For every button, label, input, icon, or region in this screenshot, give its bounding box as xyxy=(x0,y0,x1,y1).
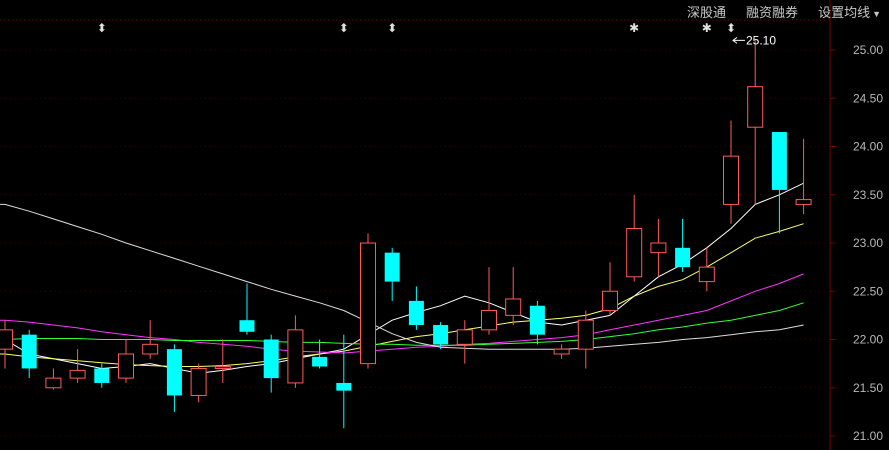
ma-settings-label: 设置均线 xyxy=(818,5,871,20)
price-tick-label: 21.00 xyxy=(853,429,883,443)
candle-body-down xyxy=(529,305,545,335)
candle-body-up xyxy=(577,319,594,350)
price-tick-label: 22.00 xyxy=(853,333,883,347)
candle-body-up xyxy=(45,377,62,389)
chevron-down-icon: ▼ xyxy=(872,8,881,19)
ma-settings-dropdown[interactable]: 设置均线 ▼ xyxy=(818,2,881,20)
candle-body-down xyxy=(239,320,255,332)
candle-body-up xyxy=(118,353,134,379)
price-tick-label: 24.50 xyxy=(853,91,883,105)
candle-body-down xyxy=(263,339,279,379)
price-tick-label: 23.50 xyxy=(853,188,883,202)
candle-body-down xyxy=(312,356,328,367)
event-marker-icon: ✱ xyxy=(629,21,639,35)
candle-body-up xyxy=(214,366,231,369)
candle-body-down xyxy=(675,247,691,268)
shengutong-button[interactable]: 深股通 xyxy=(687,2,726,20)
candle-body-up xyxy=(0,329,13,350)
candlestick-chart: 21.00 21.50 22.00 22.50 23.00 23.50 24.00 24.50… xyxy=(0,0,889,450)
candle-body-up xyxy=(69,369,86,379)
high-annotation-label: 25.10 xyxy=(746,33,776,47)
candle-body-up xyxy=(602,290,618,312)
event-marker-icon: ⬍ xyxy=(387,21,397,35)
candle-body-up xyxy=(456,329,473,345)
candle-body-up xyxy=(142,343,159,355)
price-tick-label: 22.50 xyxy=(853,284,883,298)
candle-body-down xyxy=(94,368,110,383)
candle-body-down xyxy=(336,382,352,391)
candle-body-down xyxy=(771,132,787,190)
candle-body-down xyxy=(408,300,424,326)
chart-toolbar: 深股通 融资融券 设置均线 ▼ xyxy=(687,2,889,20)
price-tick-label: 21.50 xyxy=(853,381,883,395)
candle-body-down xyxy=(21,334,37,369)
candle-body-up xyxy=(747,86,764,128)
price-tick-label: 24.00 xyxy=(853,140,883,154)
candle-body-up xyxy=(650,242,667,254)
price-tick-label: 25.00 xyxy=(853,43,883,57)
event-marker-icon: ⬍ xyxy=(726,21,736,35)
price-tick-label: 23.00 xyxy=(853,236,883,250)
candle-body-up xyxy=(698,266,715,283)
candle-body-down xyxy=(384,252,400,282)
candle-body-up xyxy=(190,367,207,396)
candle-body-up xyxy=(481,310,497,331)
candle-body-up xyxy=(553,348,570,355)
candle-body-up xyxy=(360,242,376,365)
margin-trading-button[interactable]: 融资融券 xyxy=(746,2,798,20)
candle-body-up xyxy=(626,228,643,278)
event-marker-icon: ✱ xyxy=(702,21,712,35)
candle-body-down xyxy=(433,325,449,345)
event-marker-icon: ⬍ xyxy=(97,21,107,35)
candle-body-up xyxy=(505,298,522,316)
candle-body-up xyxy=(287,329,304,384)
candle-body-down xyxy=(166,349,182,396)
candle-body-up xyxy=(723,155,739,205)
event-marker-icon: ⬍ xyxy=(339,21,349,35)
candle-body-up xyxy=(795,199,812,205)
